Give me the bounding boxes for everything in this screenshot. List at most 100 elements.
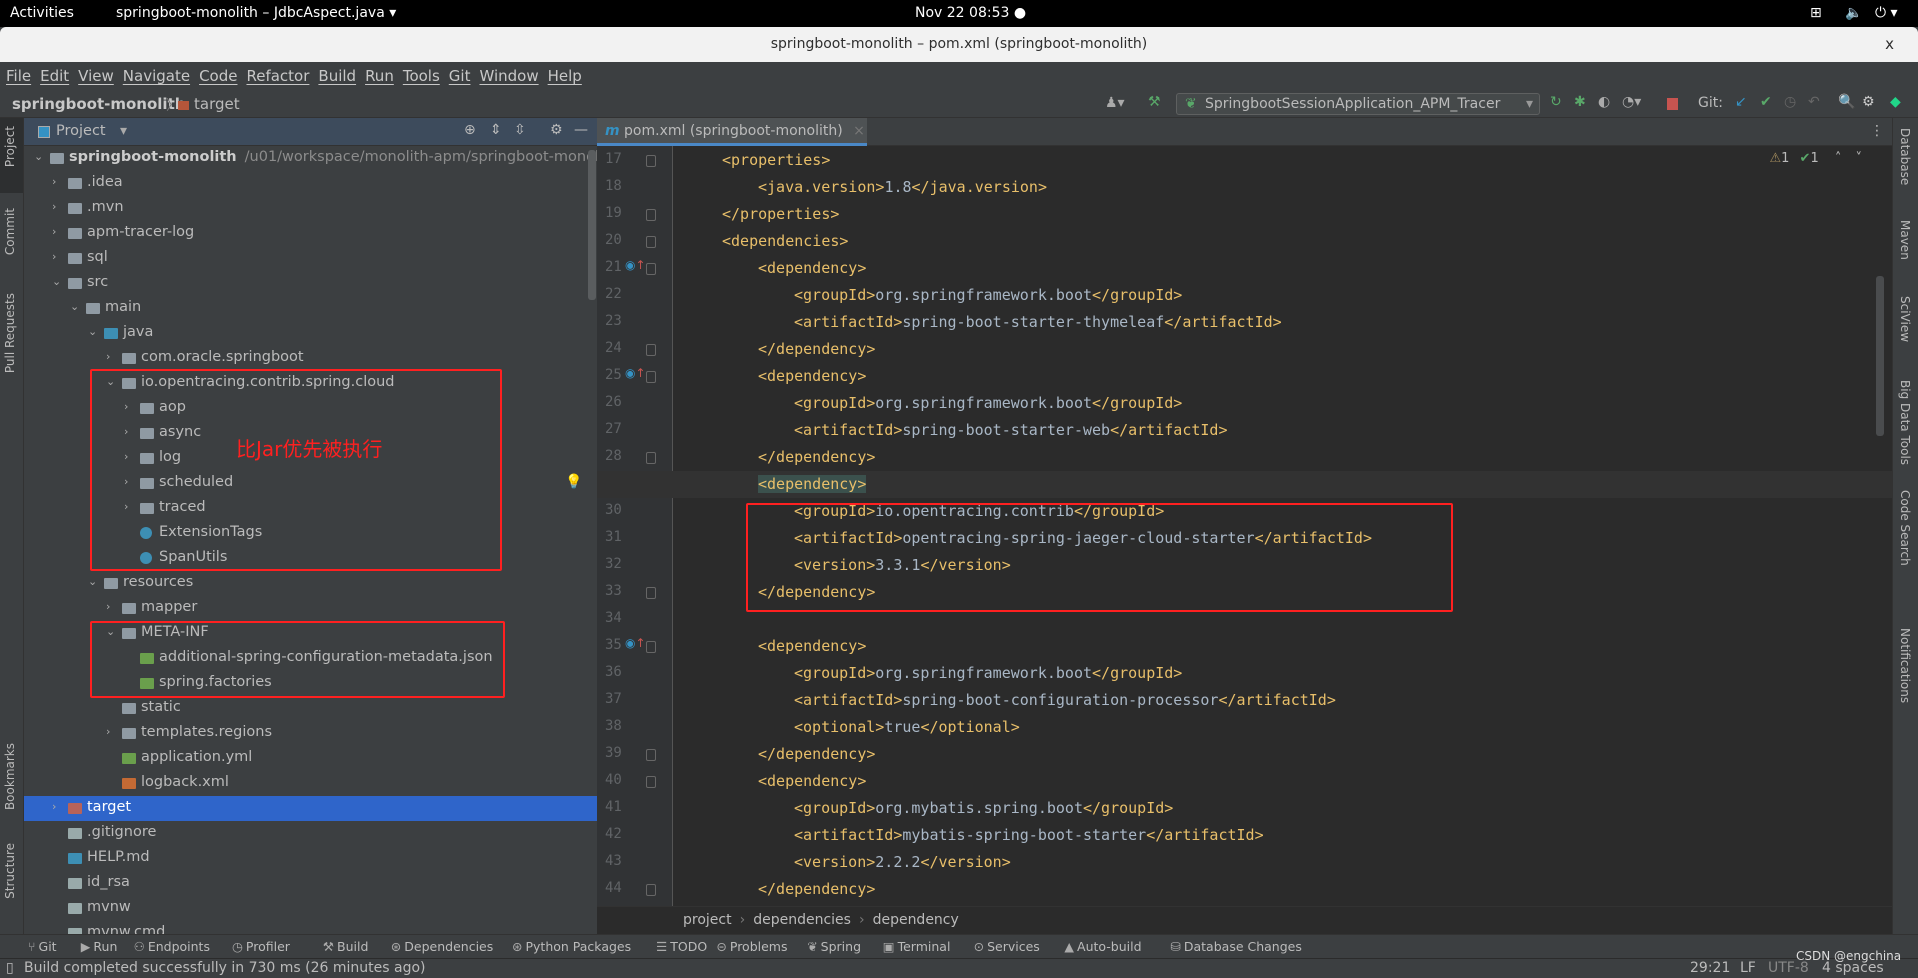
chevron-right-icon[interactable]: › — [106, 725, 110, 738]
stop-icon[interactable] — [1667, 98, 1678, 110]
tree-item[interactable]: › target — [24, 796, 597, 821]
chevron-right-icon[interactable]: › — [52, 800, 56, 813]
code-line[interactable] — [597, 606, 1892, 633]
tool-window-big-data-tools[interactable]: Big Data Tools — [1898, 380, 1912, 465]
code-line[interactable]: <version>2.2.2</version> — [597, 849, 1892, 876]
tool-window-database[interactable]: Database — [1898, 128, 1912, 185]
gear-icon[interactable]: ⚙ — [1862, 94, 1875, 110]
tree-item[interactable]: static — [24, 696, 597, 721]
tool-dependencies[interactable]: ⊛ Dependencies — [391, 939, 493, 954]
code-line[interactable]: <dependency> — [597, 363, 1892, 390]
chevron-right-icon[interactable]: › — [52, 175, 56, 188]
tree-item[interactable]: ⌄ java — [24, 321, 597, 346]
build-hammer-icon[interactable]: ⚒ — [1148, 94, 1161, 110]
tool-build[interactable]: ⚒ Build — [323, 939, 369, 954]
gear-icon[interactable]: ⚙ — [550, 122, 563, 138]
code-line[interactable]: <properties> — [597, 147, 1892, 174]
tool-window-pull-requests[interactable]: Pull Requests — [3, 293, 17, 373]
tree-item[interactable]: › .mvn — [24, 196, 597, 221]
tree-item[interactable]: › aop — [24, 396, 597, 421]
code-line[interactable]: <artifactId>spring-boot-starter-web</art… — [597, 417, 1892, 444]
tree-item[interactable]: logback.xml — [24, 771, 597, 796]
tool-python-packages[interactable]: ⊛ Python Packages — [512, 939, 631, 954]
tool-services[interactable]: ⊙ Services — [974, 939, 1040, 954]
chevron-down-icon[interactable]: ⌄ — [70, 300, 79, 313]
power-icon[interactable]: ⏻ ▾ — [1875, 5, 1898, 21]
code-line[interactable]: <dependency> — [597, 471, 1892, 498]
tree-item[interactable]: ExtensionTags — [24, 521, 597, 546]
project-view-select[interactable]: Project — [56, 123, 106, 139]
chevron-right-icon[interactable]: › — [52, 200, 56, 213]
chevron-right-icon[interactable]: › — [52, 225, 56, 238]
chevron-down-icon[interactable]: ⌄ — [106, 375, 115, 388]
code-line[interactable]: <groupId>org.springframework.boot</group… — [597, 282, 1892, 309]
code-line[interactable]: </properties> — [597, 201, 1892, 228]
caret-position[interactable]: 29:21 — [1690, 960, 1730, 976]
tool-run[interactable]: ▶ Run — [81, 939, 118, 954]
tool-window-maven[interactable]: Maven — [1898, 220, 1912, 260]
code-line[interactable]: <groupId>org.springframework.boot</group… — [597, 660, 1892, 687]
code-line[interactable]: <version>3.3.1</version> — [597, 552, 1892, 579]
debug-icon[interactable]: ✱ — [1574, 94, 1586, 110]
tool-window-notifications[interactable]: Notifications — [1898, 628, 1912, 703]
chevron-down-icon[interactable]: ▾ — [120, 123, 127, 139]
menu-window[interactable]: Window — [479, 67, 538, 85]
menu-run[interactable]: Run — [365, 67, 394, 85]
chevron-down-icon[interactable]: ⌄ — [88, 325, 97, 338]
menu-refactor[interactable]: Refactor — [246, 67, 309, 85]
git-commit-icon[interactable]: ✔ — [1760, 94, 1772, 110]
code-line[interactable]: <groupId>org.mybatis.spring.boot</groupI… — [597, 795, 1892, 822]
code-line[interactable]: <artifactId>mybatis-spring-boot-starter<… — [597, 822, 1892, 849]
tree-item[interactable]: HELP.md — [24, 846, 597, 871]
activities-button[interactable]: Activities — [10, 5, 74, 21]
volume-icon[interactable]: 🔈 — [1845, 5, 1862, 21]
breadcrumb-item[interactable]: project — [683, 912, 732, 928]
chevron-right-icon[interactable]: › — [106, 600, 110, 613]
menu-git[interactable]: Git — [449, 67, 471, 85]
tool-window-commit[interactable]: Commit — [3, 208, 17, 255]
tree-item[interactable]: application.yml — [24, 746, 597, 771]
coverage-icon[interactable]: ◐ — [1598, 94, 1610, 110]
tree-item[interactable]: id_rsa — [24, 871, 597, 896]
user-icon[interactable]: ♟▾ — [1105, 95, 1125, 111]
collapse-all-icon[interactable]: ⇳ — [514, 122, 526, 138]
inspection-widget[interactable]: ⚠1 ✔1 ˄ ˅ — [1769, 151, 1862, 166]
menu-build[interactable]: Build — [318, 67, 356, 85]
code-line[interactable]: <artifactId>spring-boot-configuration-pr… — [597, 687, 1892, 714]
chevron-right-icon[interactable]: › — [52, 250, 56, 263]
line-separator[interactable]: LF — [1740, 960, 1756, 976]
breadcrumb-item[interactable]: dependencies — [753, 912, 851, 928]
status-message[interactable]: Build completed successfully in 730 ms (… — [24, 960, 426, 976]
code-line[interactable]: <dependency> — [597, 255, 1892, 282]
rollback-icon[interactable]: ↶ — [1808, 94, 1820, 110]
chevron-down-icon[interactable]: ⌄ — [34, 150, 43, 163]
code-line[interactable]: <dependency> — [597, 633, 1892, 660]
tool-window-code-search[interactable]: Code Search — [1898, 490, 1912, 566]
tree-item[interactable]: › mapper — [24, 596, 597, 621]
menu-view[interactable]: View — [78, 67, 114, 85]
code-line[interactable]: </dependency> — [597, 741, 1892, 768]
lightbulb-icon[interactable]: 💡 — [565, 474, 582, 490]
search-icon[interactable]: 🔍 — [1838, 94, 1855, 110]
tree-item[interactable]: mvnw — [24, 896, 597, 921]
code-line[interactable]: <optional>true</optional> — [597, 714, 1892, 741]
tree-item[interactable]: › traced — [24, 496, 597, 521]
rerun-icon[interactable]: ↻ — [1550, 94, 1562, 110]
tree-item[interactable]: ⌄ src — [24, 271, 597, 296]
history-icon[interactable]: ◷ — [1784, 94, 1796, 110]
menu-help[interactable]: Help — [548, 67, 582, 85]
breadcrumb-item[interactable]: dependency — [873, 912, 959, 928]
tree-item[interactable]: SpanUtils — [24, 546, 597, 571]
tool-profiler[interactable]: ◷ Profiler — [232, 939, 290, 954]
code-line[interactable]: </dependency> — [597, 579, 1892, 606]
locate-icon[interactable]: ⊕ — [464, 122, 476, 138]
nav-folder[interactable]: target — [194, 95, 240, 113]
menu-file[interactable]: File — [6, 67, 31, 85]
chevron-right-icon[interactable]: › — [124, 450, 128, 463]
menu-navigate[interactable]: Navigate — [123, 67, 190, 85]
tool-window-bookmarks[interactable]: Bookmarks — [3, 743, 17, 810]
chevron-right-icon[interactable]: › — [124, 475, 128, 488]
tool-todo[interactable]: ☰ TODO — [656, 939, 707, 954]
code-line[interactable]: <groupId>io.opentracing.contrib</groupId… — [597, 498, 1892, 525]
tab-pom-xml[interactable]: m pom.xml (springboot-monolith) × — [597, 118, 867, 146]
